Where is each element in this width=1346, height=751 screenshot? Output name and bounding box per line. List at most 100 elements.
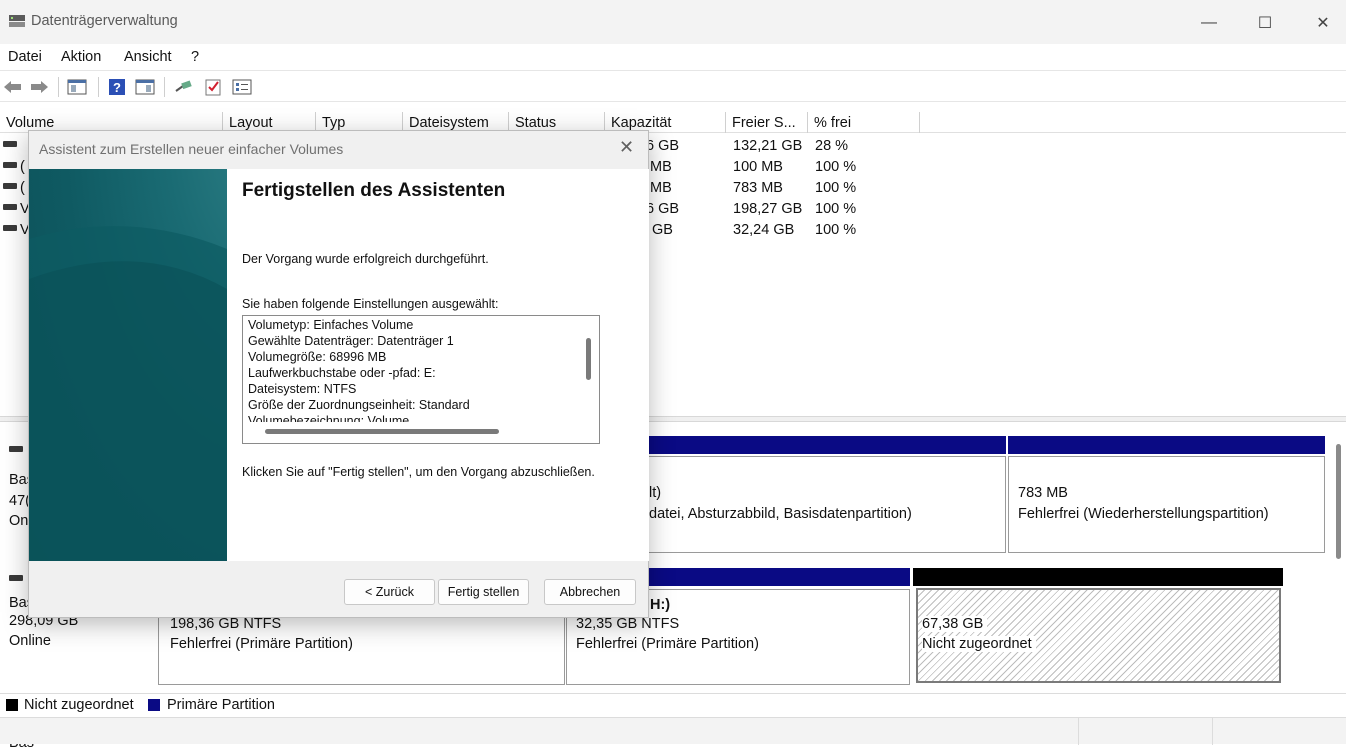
menu-bar: Datei Aktion Ansicht ? (0, 44, 1346, 70)
status-divider (1212, 718, 1213, 745)
maximize-icon: ☐ (1257, 15, 1273, 32)
plug-icon (175, 80, 192, 92)
volume-icon (3, 141, 17, 147)
partition-status: datei, Absturzabbild, Basisdatenpartitio… (649, 506, 912, 522)
disk-0-status: On (9, 513, 29, 529)
settings-line: Laufwerkbuchstabe oder -pfad: E: (248, 366, 436, 380)
settings-line: Dateisystem: NTFS (248, 382, 357, 396)
cell-capacity: 6 GB (646, 138, 680, 154)
toolbar-separator (58, 77, 59, 97)
menu-ansicht[interactable]: Ansicht (124, 49, 172, 65)
partition-size: 198,36 GB NTFS (170, 616, 282, 632)
close-button[interactable]: ✕ (1300, 8, 1346, 38)
cell-pct: 100 % (815, 222, 857, 238)
unallocated-status: Nicht zugeordnet (922, 636, 1036, 652)
cell-pct: 100 % (815, 159, 857, 175)
partition-status: Fehlerfrei (Wiederherstellungspartition) (1018, 506, 1269, 522)
finish-button[interactable]: Fertig stellen (438, 579, 529, 605)
unallocated-swatch (6, 699, 18, 711)
partition-header-bar (640, 568, 910, 586)
cell-free: 198,27 GB (733, 201, 803, 217)
toolbar-separator (164, 77, 165, 97)
dialog-title: Assistent zum Erstellen neuer einfacher … (39, 141, 344, 157)
cell-free: 132,21 GB (733, 138, 803, 154)
vertical-scrollbar[interactable] (1336, 444, 1341, 559)
wizard-heading: Fertigstellen des Assistenten (242, 180, 506, 201)
close-icon: ✕ (1316, 15, 1330, 32)
settings-line: Volumetyp: Einfaches Volume (248, 318, 414, 332)
primary-swatch (148, 699, 160, 711)
connect-button[interactable] (173, 77, 195, 97)
wizard-banner-graphic (29, 226, 227, 561)
check-button[interactable] (203, 77, 223, 97)
maximize-button[interactable]: ☐ (1242, 8, 1288, 38)
partition-status: Fehlerfrei (Primäre Partition) (576, 636, 759, 652)
back-button[interactable] (3, 77, 23, 97)
settings-hscroll-track (243, 422, 599, 443)
disk-0-size: 47( (9, 493, 30, 509)
menu-aktion[interactable]: Aktion (61, 49, 101, 65)
cell-free: 32,24 GB (733, 222, 795, 238)
title-bar: Datenträgerverwaltung — ☐ ✕ (0, 0, 1346, 44)
properties-icon (232, 79, 252, 95)
checklist-icon (205, 79, 221, 96)
success-message: Der Vorgang wurde erfolgreich durchgefüh… (242, 252, 489, 266)
volume-icon (3, 204, 17, 210)
cell-capacity: GB (652, 222, 673, 238)
new-simple-volume-wizard-dialog: Assistent zum Erstellen neuer einfacher … (28, 130, 649, 618)
legend-primary: Primäre Partition (167, 697, 275, 713)
settings-summary-box[interactable]: Volumetyp: Einfaches Volume Gewählte Dat… (242, 315, 600, 444)
wizard-side-banner (29, 169, 227, 561)
settings-vscroll-thumb[interactable] (586, 338, 591, 380)
cell-volume: ( (20, 159, 25, 175)
cell-pct: 28 % (815, 138, 849, 154)
finish-hint: Klicken Sie auf "Fertig stellen", um den… (242, 465, 595, 479)
unallocated-size: 67,38 GB (922, 616, 988, 632)
minimize-icon: — (1201, 14, 1217, 31)
status-bar (0, 717, 1346, 745)
unallocated-space[interactable]: 67,38 GB Nicht zugeordnet (916, 588, 1281, 683)
settings-hscroll-thumb[interactable] (265, 429, 499, 434)
volume-icon (3, 162, 17, 168)
properties-button[interactable] (231, 77, 253, 97)
wizard-content: Fertigstellen des Assistenten Der Vorgan… (227, 169, 649, 561)
cell-volume: ( (20, 180, 25, 196)
settings-line: Größe der Zuordnungseinheit: Standard (248, 398, 470, 412)
settings-line: Gewählte Datenträger: Datenträger 1 (248, 334, 454, 348)
cell-capacity: MB (650, 159, 672, 175)
toolbar: ? (0, 70, 1346, 102)
window-title: Datenträgerverwaltung (31, 13, 178, 29)
dialog-close-icon[interactable]: ✕ (619, 137, 634, 158)
disk-icon (9, 446, 23, 452)
partition-size: 32,35 GB NTFS (576, 616, 680, 632)
back-button[interactable]: < Zurück (344, 579, 435, 605)
forward-button[interactable] (29, 77, 49, 97)
status-divider (1078, 718, 1079, 745)
show-action-pane-button[interactable] (134, 77, 156, 97)
toolbar-separator (98, 77, 99, 97)
minimize-button[interactable]: — (1186, 8, 1232, 38)
partition-recovery[interactable]: 783 MB Fehlerfrei (Wiederherstellungspar… (1008, 456, 1325, 553)
cell-free: 783 MB (733, 180, 783, 196)
show-hide-console-tree-button[interactable] (67, 77, 87, 97)
help-icon: ? (109, 79, 125, 95)
cell-capacity: 6 GB (646, 201, 680, 217)
disk-management-app-icon (8, 14, 26, 28)
cell-free: 100 MB (733, 159, 783, 175)
partition-size: 783 MB (1018, 485, 1068, 501)
help-button[interactable]: ? (107, 77, 127, 97)
menu-help[interactable]: ? (191, 49, 199, 65)
partition-label: lt) (649, 485, 662, 501)
partition-status: Fehlerfrei (Primäre Partition) (170, 636, 353, 652)
partition-header-bar (640, 436, 1006, 454)
settings-label: Sie haben folgende Einstellungen ausgewä… (242, 297, 499, 311)
cell-pct: 100 % (815, 201, 857, 217)
column-header-prozent-frei[interactable]: % frei (808, 112, 920, 133)
column-header-freier-speicher[interactable]: Freier S... (726, 112, 808, 133)
partition-system[interactable]: lt) datei, Absturzabbild, Basisdatenpart… (640, 456, 1006, 553)
forward-arrow-icon (31, 81, 48, 93)
partition-header-bar (1008, 436, 1325, 454)
cancel-button[interactable]: Abbrechen (544, 579, 636, 605)
partition-name: H:) (650, 597, 671, 613)
menu-datei[interactable]: Datei (8, 49, 42, 65)
